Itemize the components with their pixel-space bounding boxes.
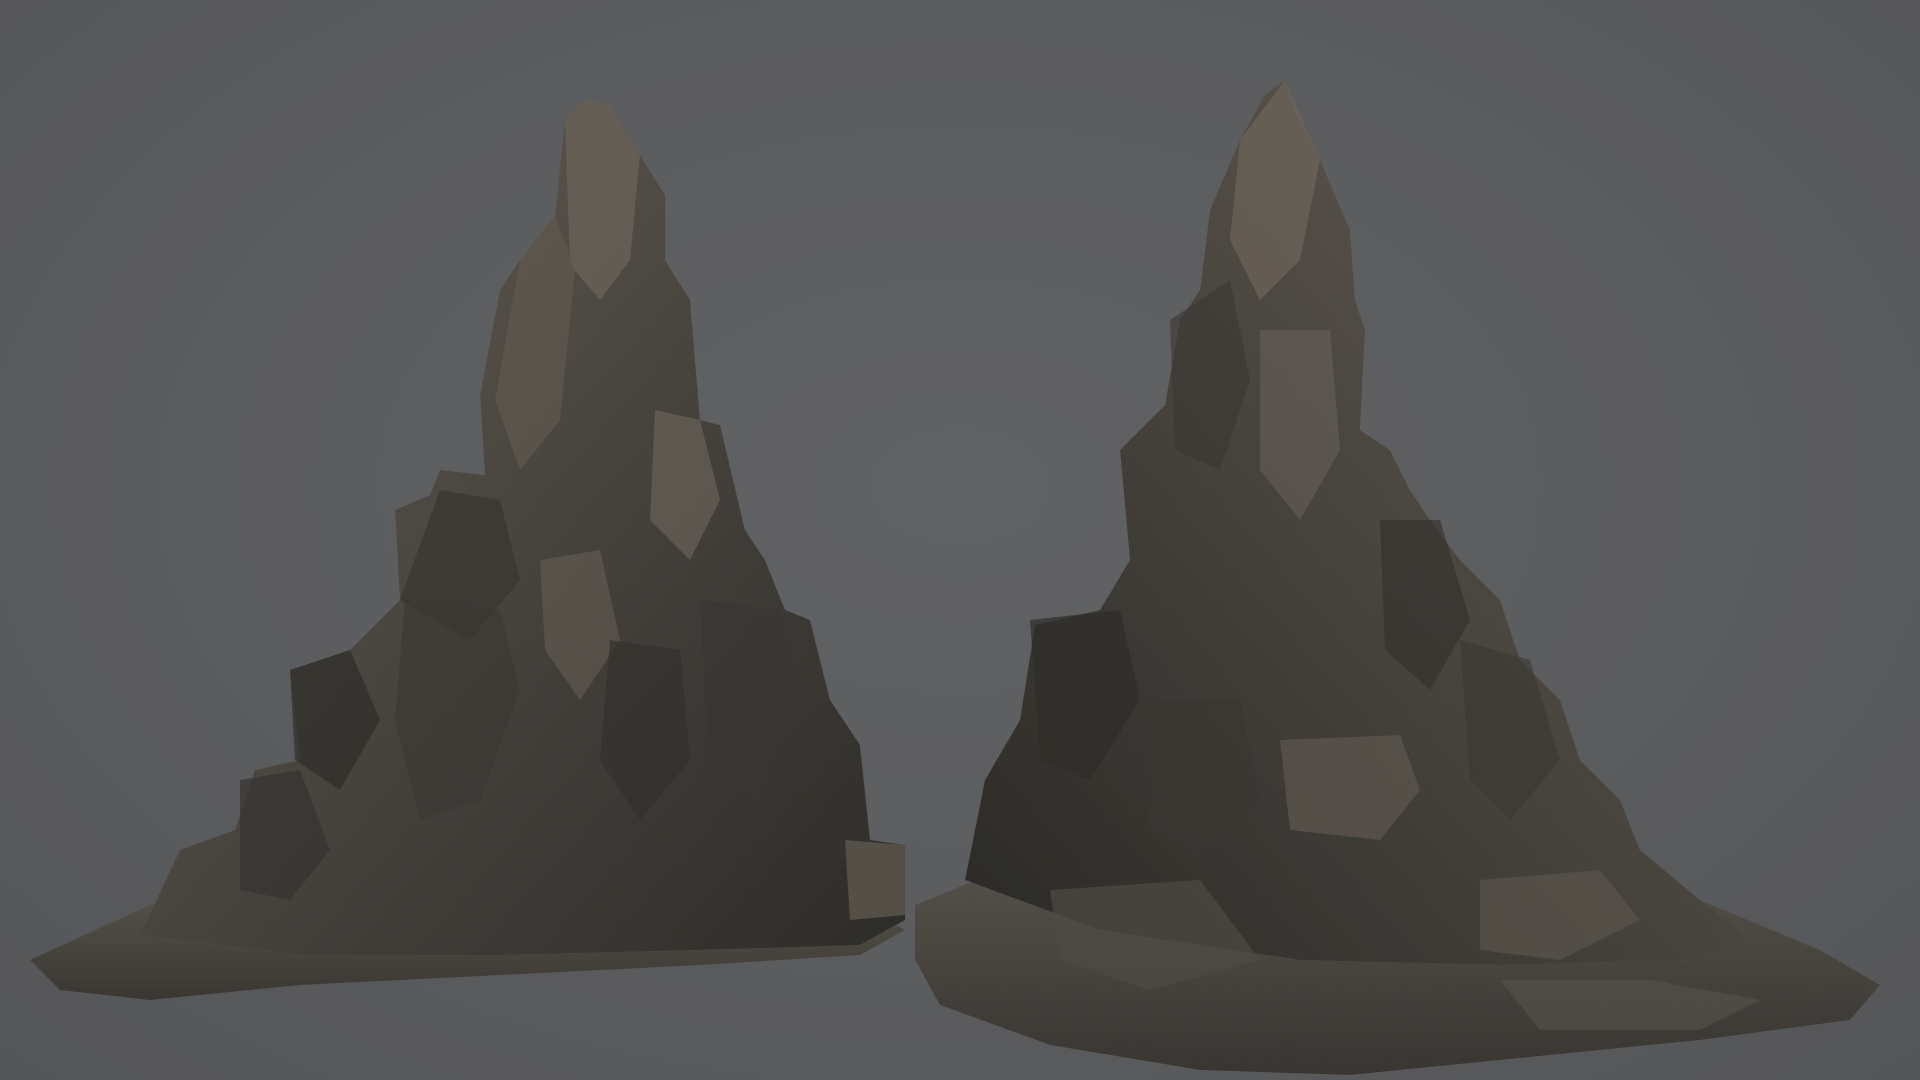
3d-viewport xyxy=(0,0,1920,1080)
rock-spire-left xyxy=(30,100,905,1000)
left-rock-facet xyxy=(845,840,905,920)
rock-spire-right xyxy=(915,80,1880,1075)
rock-scene xyxy=(30,80,1880,1075)
